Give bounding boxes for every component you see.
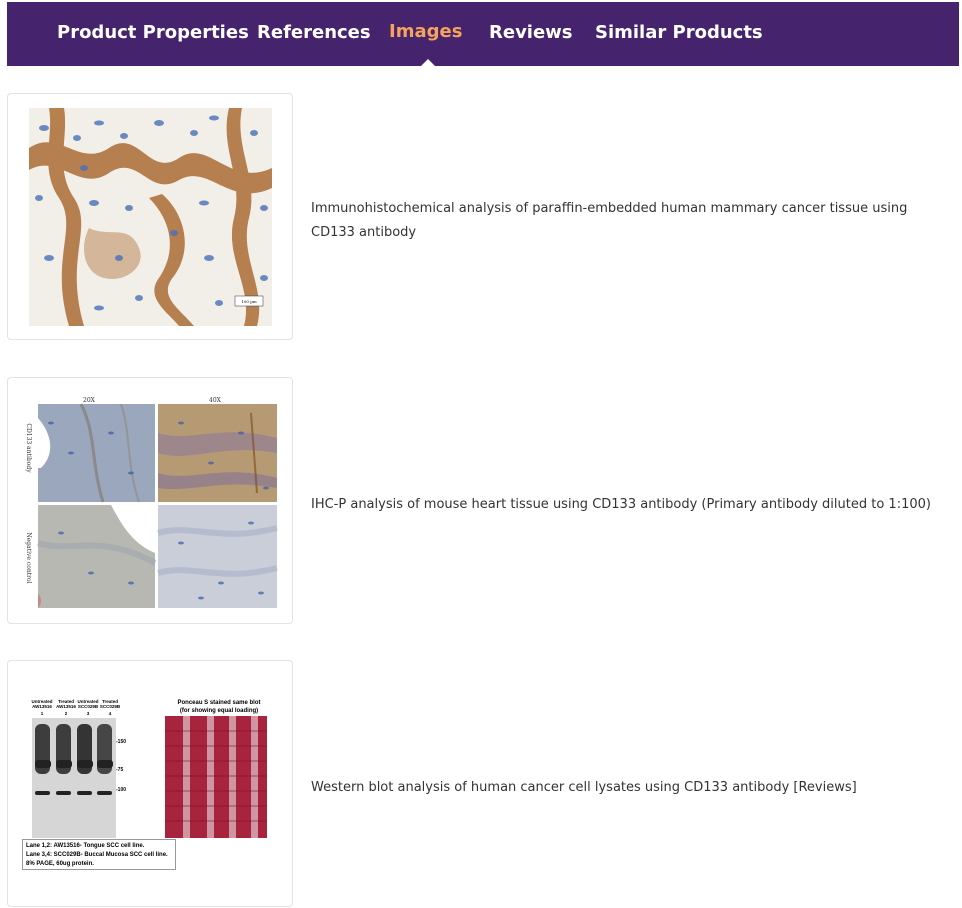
- ponceau-stained-blot: [165, 716, 267, 838]
- col-label-20x: 20X: [83, 397, 96, 404]
- legend-line-1: Lane 1,2: AW13516- Tongue SCC cell line.: [26, 843, 145, 849]
- caption-western-blot: Western blot analysis of human cancer ce…: [311, 780, 857, 795]
- product-tab-bar: Product Properties References Images Rev…: [7, 2, 959, 66]
- marker-100: -100: [116, 787, 127, 793]
- western-blot-image[interactable]: Untreated AW13516 Treated AW13516 Untrea…: [8, 661, 292, 906]
- lane-header-3: Untreated SCC029B: [77, 699, 99, 709]
- image-card-ihc-heart[interactable]: 20X 40X CD133 antibody Negative control: [7, 377, 293, 624]
- lane-header-4: Treated SCC029B: [99, 699, 121, 709]
- active-tab-indicator: [421, 59, 435, 66]
- ihc-heart-image[interactable]: 20X 40X CD133 antibody Negative control: [21, 393, 279, 609]
- western-blot-membrane: [32, 718, 116, 838]
- legend-line-2: Lane 3,4: SCC029B- Buccal Mucosa SCC cel…: [26, 852, 168, 858]
- lane-header-2: Treated AW13516: [56, 699, 76, 709]
- ponceau-subtitle: (for showing equal loading): [179, 708, 259, 714]
- caption-ihc-heart: IHC-P analysis of mouse heart tissue usi…: [311, 497, 931, 512]
- tab-similar-products[interactable]: Similar Products: [595, 22, 763, 43]
- row-label-cd133: CD133 antibody: [25, 423, 32, 473]
- scale-bar-label: 100 µm: [241, 299, 257, 304]
- ponceau-title: Ponceau S stained same blot: [177, 700, 261, 706]
- col-label-40x: 40X: [209, 397, 222, 404]
- marker-75: -75: [116, 767, 124, 773]
- image-card-ihc-mammary[interactable]: 100 µm: [7, 93, 293, 340]
- marker-150: -150: [116, 739, 127, 745]
- ihc-mammary-image[interactable]: 100 µm: [29, 108, 272, 326]
- tab-references[interactable]: References: [257, 22, 371, 43]
- lane-number-2: 2: [64, 711, 68, 716]
- lane-header-1: Untreated AW13516: [31, 699, 53, 709]
- image-card-western-blot[interactable]: Untreated AW13516 Treated AW13516 Untrea…: [7, 660, 293, 907]
- row-label-negative-control: Negative control: [25, 532, 32, 583]
- tab-images[interactable]: Images: [389, 21, 462, 42]
- caption-ihc-mammary: Immunohistochemical analysis of paraffin…: [311, 201, 908, 240]
- legend-line-3: 8% PAGE, 60ug protein.: [26, 861, 94, 867]
- lane-number-1: 1: [40, 711, 44, 716]
- tab-product-properties[interactable]: Product Properties: [57, 22, 249, 43]
- lane-number-3: 3: [86, 711, 90, 716]
- tab-reviews[interactable]: Reviews: [489, 22, 573, 43]
- blot-legend: Lane 1,2: AW13516- Tongue SCC cell line.…: [22, 839, 176, 870]
- lane-number-4: 4: [108, 711, 112, 716]
